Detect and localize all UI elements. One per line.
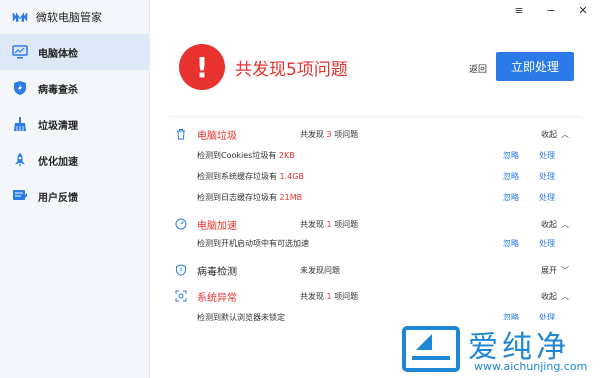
sidebar-item-label: 优化加速 — [38, 156, 78, 168]
sidebar: 微软电脑管家 电脑体检 病毒查杀 垃圾清理 优化加速 用户反馈 — [0, 0, 150, 378]
issue-row: 检测到日志缓存垃圾有 21MB 忽略 处理 — [197, 192, 587, 206]
trash-icon — [177, 129, 185, 140]
issue-row: 检测到系统缓存垃圾有 1.4GB 忽略 处理 — [197, 171, 587, 185]
watermark: 爱纯净 www.aichunjing.com — [396, 320, 600, 378]
fix-link[interactable]: 处理 — [539, 192, 555, 203]
issue-row: 检测到Cookies垃圾有 2KB 忽略 处理 — [197, 150, 587, 164]
speedometer-icon — [175, 218, 187, 230]
section-system: 系统异常 共发现 1 项问题 收起 ︿ — [175, 288, 575, 304]
section-title: 病毒检测 — [197, 266, 237, 278]
issue-text: 检测到Cookies垃圾有 2KB — [197, 151, 295, 160]
sidebar-item-label: 垃圾清理 — [38, 120, 78, 132]
fix-link[interactable]: 处理 — [539, 171, 555, 182]
shield-small-icon — [176, 264, 186, 276]
ignore-link[interactable]: 忽略 — [503, 171, 519, 182]
menu-icon[interactable]: ≡ — [512, 4, 526, 17]
sidebar-item-feedback[interactable]: 用户反馈 — [0, 178, 149, 214]
section-title: 电脑加速 — [197, 220, 237, 232]
sidebar-item-checkup[interactable]: 电脑体检 — [0, 34, 149, 70]
sidebar-item-label: 病毒查杀 — [38, 84, 78, 96]
alert-icon: ! — [179, 44, 225, 90]
fix-link[interactable]: 处理 — [539, 150, 555, 161]
close-icon[interactable]: ✕ — [576, 4, 590, 17]
issue-text: 检测到日志缓存垃圾有 21MB — [197, 193, 303, 202]
section-title: 系统异常 — [197, 292, 237, 304]
collapse-toggle[interactable]: 收起 ︿ — [541, 219, 569, 230]
ignore-link[interactable]: 忽略 — [503, 192, 519, 203]
section-count: 共发现 1 项问题 — [300, 291, 359, 301]
collapse-toggle[interactable]: 收起 ︿ — [541, 129, 569, 140]
section-count: 共发现 1 项问题 — [300, 219, 359, 229]
sidebar-item-antivirus[interactable]: 病毒查杀 — [0, 70, 149, 106]
minimize-icon[interactable]: − — [544, 4, 558, 17]
divider — [169, 116, 582, 117]
result-headline: 共发现5项问题 — [235, 59, 348, 80]
chevron-up-icon: ︿ — [561, 129, 569, 139]
expand-toggle[interactable]: 展开 ﹀ — [541, 265, 569, 276]
sidebar-item-speedup[interactable]: 优化加速 — [0, 142, 149, 178]
chevron-down-icon: ﹀ — [561, 265, 569, 275]
sidebar-item-cleanup[interactable]: 垃圾清理 — [0, 106, 149, 142]
section-virus: 病毒检测 未发现问题 展开 ﹀ — [175, 262, 575, 278]
app-header: 微软电脑管家 — [0, 0, 149, 34]
chevron-up-icon: ︿ — [561, 291, 569, 301]
shield-icon — [14, 81, 26, 95]
ignore-link[interactable]: 忽略 — [503, 150, 519, 161]
watermark-logo-icon — [402, 326, 460, 372]
issue-row: 检测到开机启动项中有可选加速 忽略 处理 — [197, 238, 587, 252]
app-title: 微软电脑管家 — [36, 11, 102, 24]
issue-text: 检测到系统缓存垃圾有 1.4GB — [197, 172, 304, 181]
section-count: 未发现问题 — [300, 265, 340, 275]
broom-icon — [14, 117, 26, 131]
scan-icon — [175, 290, 187, 302]
watermark-url: www.aichunjing.com — [474, 360, 588, 373]
feedback-icon — [13, 190, 27, 200]
fix-link[interactable]: 处理 — [539, 238, 555, 249]
result-summary: ! 共发现5项问题 — [179, 44, 348, 90]
section-count: 共发现 3 项问题 — [300, 129, 359, 139]
fix-now-button[interactable]: 立即处理 — [496, 52, 574, 81]
monitor-icon — [12, 45, 28, 59]
sidebar-item-label: 用户反馈 — [38, 192, 78, 204]
section-title: 电脑垃圾 — [197, 130, 237, 142]
chevron-up-icon: ︿ — [561, 219, 569, 229]
app-logo-icon — [12, 12, 28, 22]
ignore-link[interactable]: 忽略 — [503, 238, 519, 249]
issue-text: 检测到开机启动项中有可选加速 — [197, 239, 309, 248]
section-junk: 电脑垃圾 共发现 3 项问题 收起 ︿ — [175, 126, 575, 142]
sidebar-item-label: 电脑体检 — [38, 48, 78, 60]
rocket-icon — [15, 153, 25, 167]
issue-text: 检测到默认浏览器未锁定 — [197, 313, 285, 322]
back-link[interactable]: 返回 — [469, 62, 487, 75]
window-controls: ≡ − ✕ — [512, 4, 590, 17]
collapse-toggle[interactable]: 收起 ︿ — [541, 291, 569, 302]
section-speedup: 电脑加速 共发现 1 项问题 收起 ︿ — [175, 216, 575, 232]
